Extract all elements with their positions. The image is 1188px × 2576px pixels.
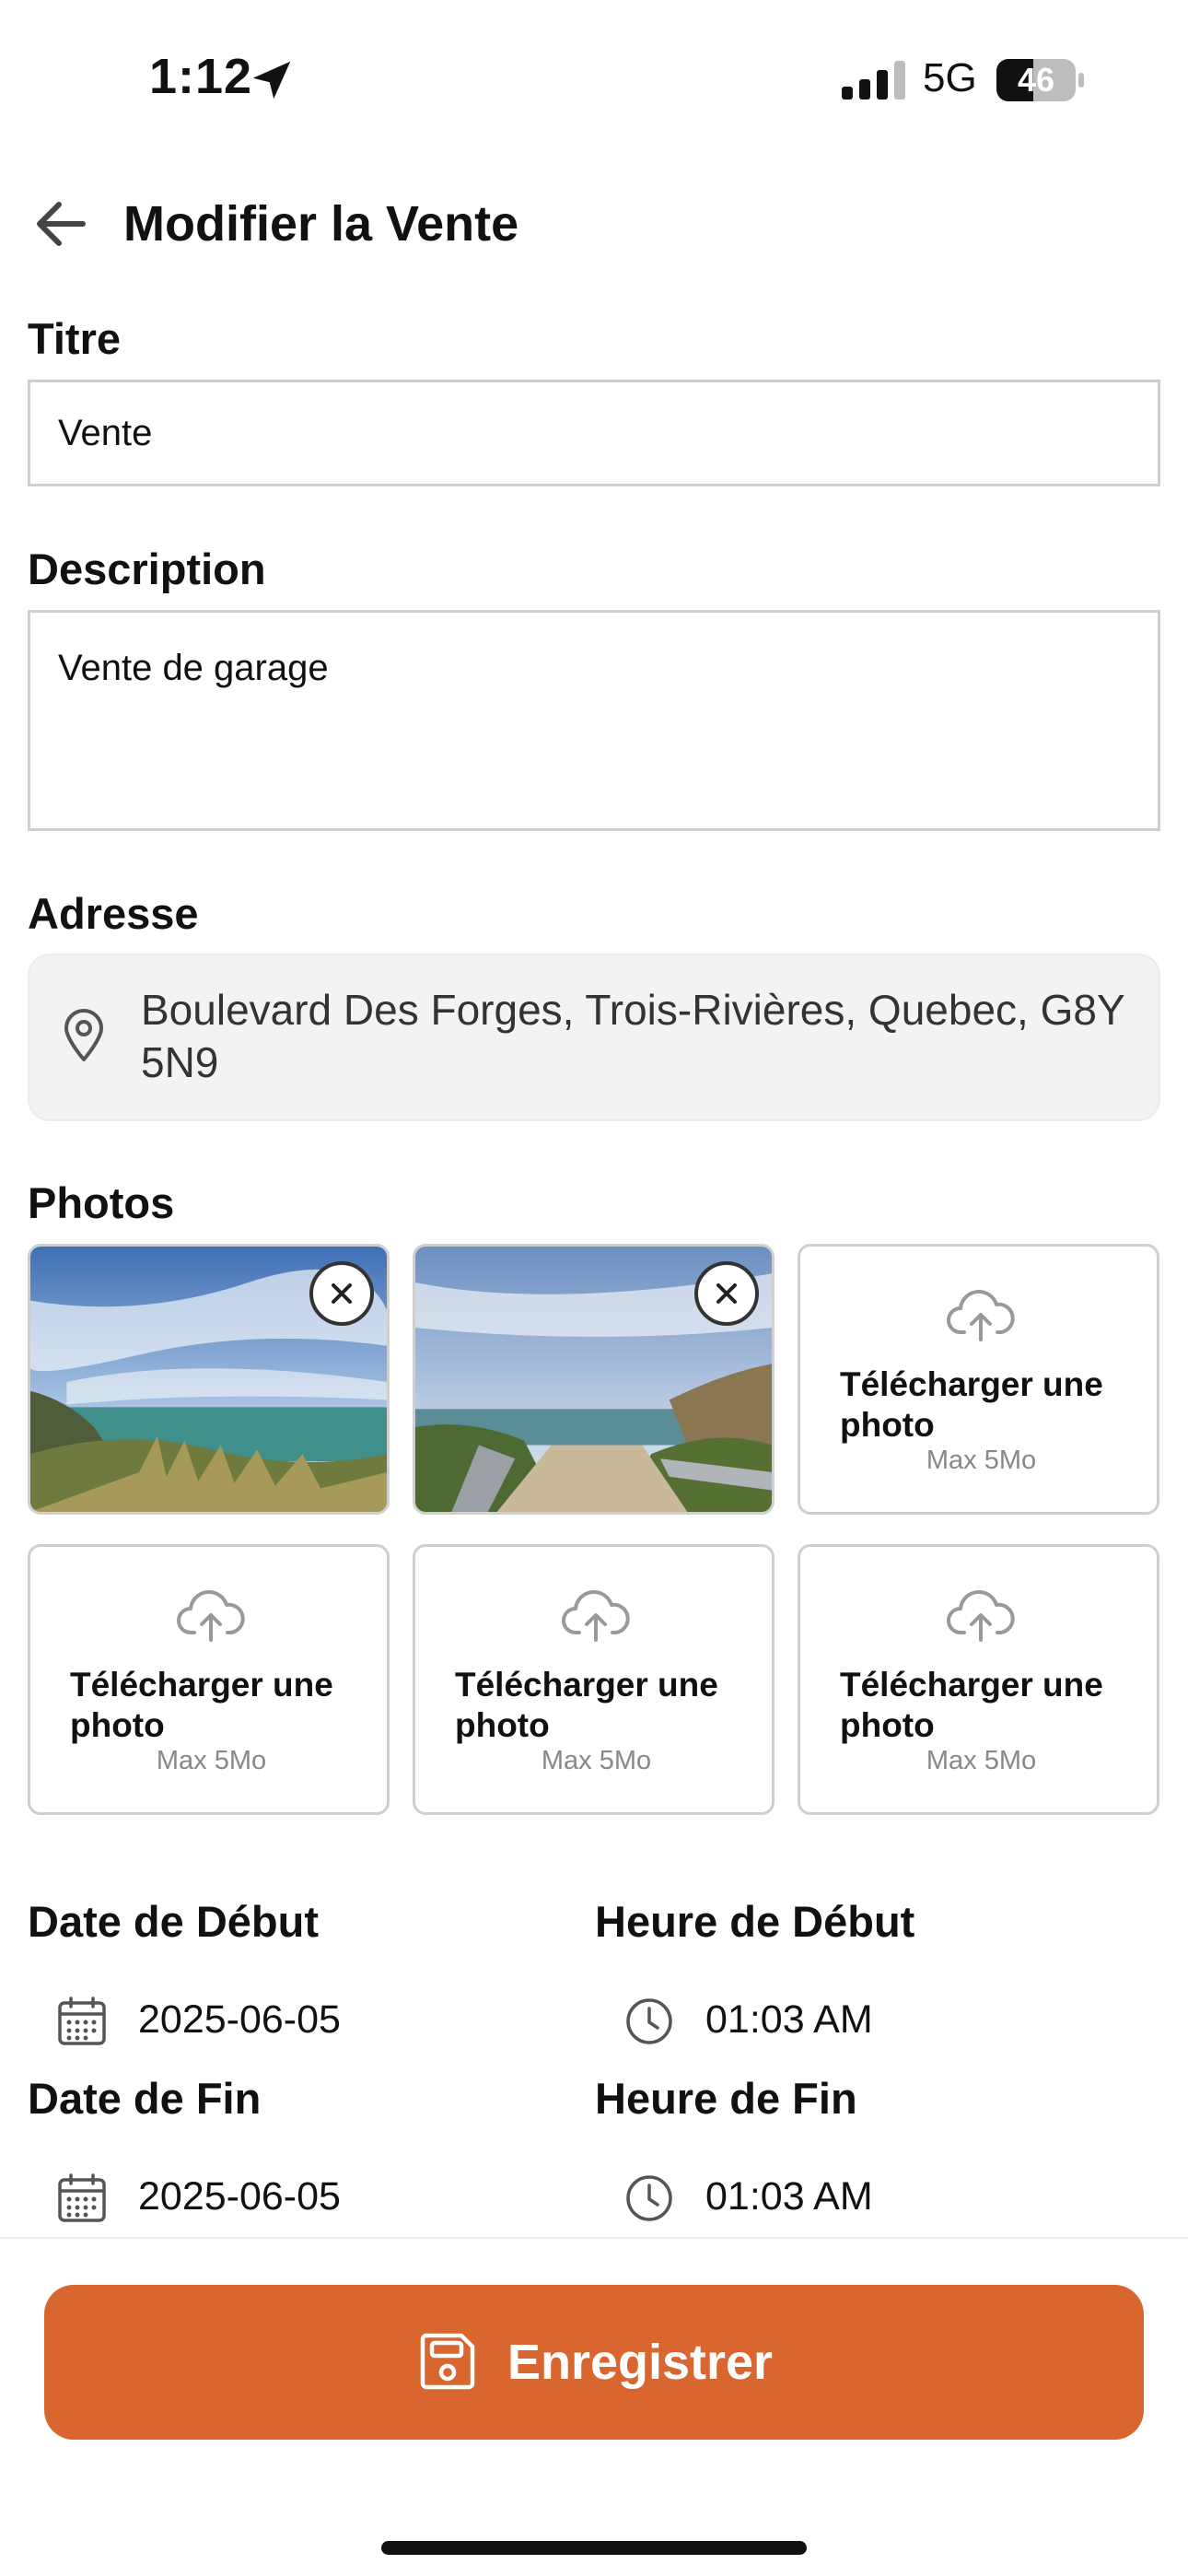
upload-title: Télécharger une photo <box>840 1365 1103 1444</box>
start-date-value[interactable]: 2025-06-05 <box>138 1997 341 2043</box>
calendar-icon[interactable] <box>56 2172 108 2224</box>
photos-label: Photos <box>28 1178 175 1227</box>
upload-photo-tile[interactable]: Télécharger une photo Max 5Mo <box>28 1544 390 1815</box>
back-arrow-icon[interactable] <box>29 192 94 256</box>
title-input[interactable]: Vente <box>28 380 1160 486</box>
start-time-label: Heure de Début <box>595 1897 915 1946</box>
home-indicator[interactable] <box>381 2541 807 2555</box>
battery-level: 46 <box>1017 61 1055 99</box>
description-label: Description <box>28 544 266 593</box>
upload-photo-tile[interactable]: Télécharger une photo Max 5Mo <box>413 1544 775 1815</box>
title-label: Titre <box>28 314 121 363</box>
upload-size-hint: Max 5Mo <box>926 1446 1037 1475</box>
title-input-value: Vente <box>58 412 153 453</box>
upload-title: Télécharger une photo <box>70 1666 333 1744</box>
footer-divider <box>0 2237 1188 2239</box>
end-date-value[interactable]: 2025-06-05 <box>138 2174 341 2219</box>
photo-thumbnail-2[interactable] <box>413 1244 775 1515</box>
address-label: Adresse <box>28 889 199 938</box>
cloud-upload-icon <box>947 1589 1015 1642</box>
cloud-upload-icon <box>177 1589 245 1642</box>
save-button[interactable]: Enregistrer <box>44 2285 1144 2440</box>
close-icon <box>716 1283 737 1304</box>
save-icon <box>420 2333 475 2390</box>
location-arrow-icon <box>252 61 291 100</box>
upload-size-hint: Max 5Mo <box>541 1746 652 1775</box>
upload-title: Télécharger une photo <box>455 1666 718 1744</box>
description-textarea[interactable]: Vente de garage <box>28 610 1160 831</box>
remove-photo-1-button[interactable] <box>309 1261 374 1326</box>
status-time: 1:12 <box>149 49 253 104</box>
upload-size-hint: Max 5Mo <box>926 1746 1037 1775</box>
save-button-label: Enregistrer <box>507 2335 774 2390</box>
start-time-value[interactable]: 01:03 AM <box>705 1997 873 2043</box>
clock-icon[interactable] <box>623 1996 675 2047</box>
cellular-signal-icon <box>842 61 905 100</box>
network-label: 5G <box>923 55 977 100</box>
calendar-icon[interactable] <box>56 1996 108 2047</box>
end-time-value[interactable]: 01:03 AM <box>705 2174 873 2219</box>
photo-thumbnail-1[interactable] <box>28 1244 390 1515</box>
description-value: Vente de garage <box>58 648 329 688</box>
close-icon <box>332 1283 352 1304</box>
end-date-label: Date de Fin <box>28 2074 262 2123</box>
upload-photo-tile[interactable]: Télécharger une photo Max 5Mo <box>798 1244 1159 1515</box>
end-time-label: Heure de Fin <box>595 2074 857 2123</box>
upload-size-hint: Max 5Mo <box>156 1746 267 1775</box>
address-value: Boulevard Des Forges, Trois-Rivières, Qu… <box>141 986 1124 1086</box>
location-pin-icon <box>64 1009 103 1061</box>
upload-title: Télécharger une photo <box>840 1666 1103 1744</box>
cloud-upload-icon <box>562 1589 630 1642</box>
clock-icon[interactable] <box>623 2172 675 2224</box>
upload-photo-tile[interactable]: Télécharger une photo Max 5Mo <box>798 1544 1159 1815</box>
start-date-label: Date de Début <box>28 1897 319 1946</box>
cloud-upload-icon <box>947 1289 1015 1341</box>
page-title: Modifier la Vente <box>123 196 519 252</box>
remove-photo-2-button[interactable] <box>694 1261 759 1326</box>
